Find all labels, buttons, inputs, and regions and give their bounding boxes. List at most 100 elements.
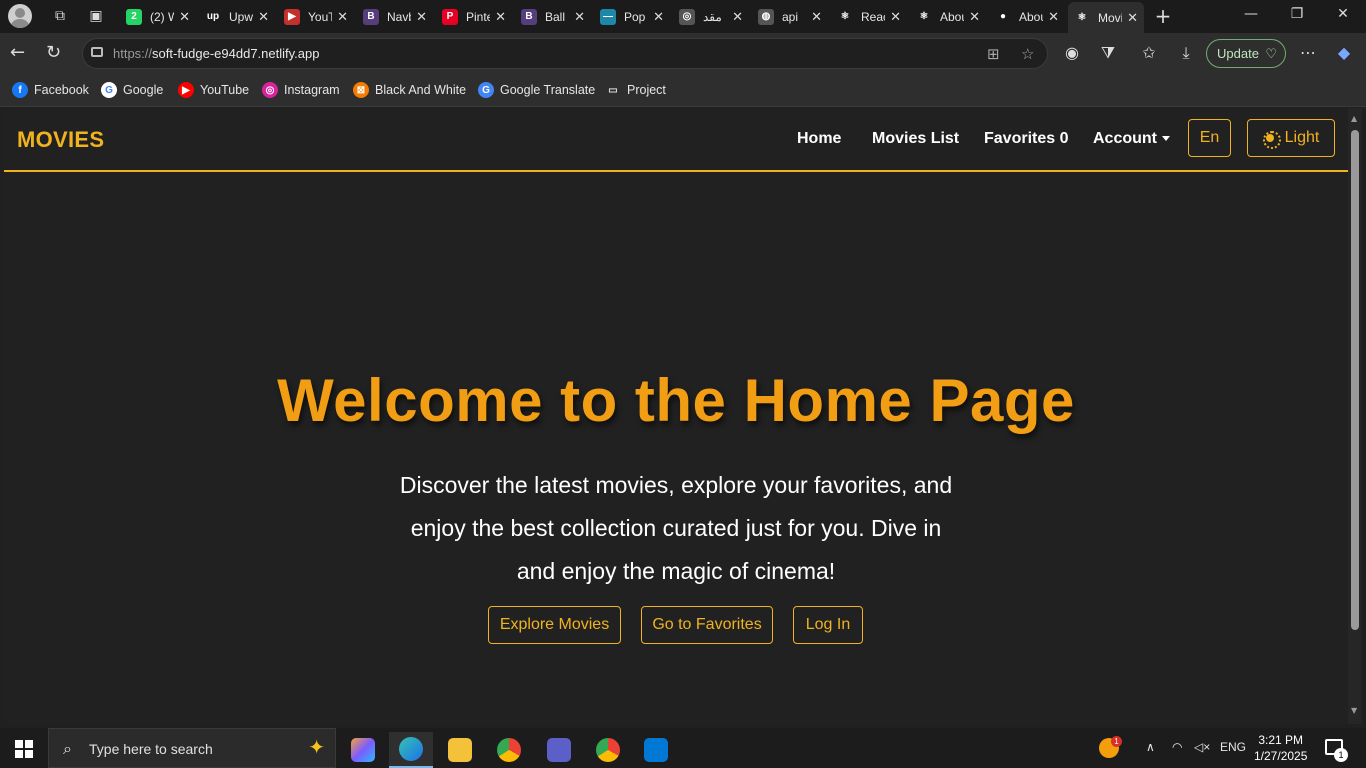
nav-favorites-link[interactable]: Favorites 0 <box>984 130 1068 148</box>
copilot-icon[interactable]: ◆ <box>1333 43 1355 62</box>
browser-tab[interactable]: ⚛ About ✕ <box>910 4 986 29</box>
tab-close-icon[interactable]: ✕ <box>969 9 980 25</box>
app-available-icon[interactable]: ⊞ <box>987 45 1000 63</box>
volume-icon[interactable]: ◁× <box>1194 740 1210 754</box>
tab-favicon-icon: ⚛ <box>1074 9 1090 26</box>
update-button[interactable]: Update ♡ <box>1206 39 1286 68</box>
scrollbar-thumb[interactable] <box>1351 130 1359 630</box>
taskbar-vscode[interactable] <box>634 732 678 768</box>
tab-close-icon[interactable]: ✕ <box>258 9 269 25</box>
tab-title: Pop <box>624 9 646 24</box>
explore-movies-button[interactable]: Explore Movies <box>488 606 621 644</box>
browser-tab[interactable]: ▶ YouTube ✕ <box>278 4 354 29</box>
tab-favicon-icon: up <box>205 8 221 25</box>
browser-tab[interactable]: B Navbar ✕ <box>357 4 433 29</box>
downloads-icon[interactable]: ⤓ <box>1175 43 1197 63</box>
log-in-button[interactable]: Log In <box>793 606 863 644</box>
bookmark-icon: G <box>478 82 494 98</box>
profile-avatar-icon[interactable] <box>8 4 32 28</box>
tab-close-icon[interactable]: ✕ <box>1048 9 1059 25</box>
tab-close-icon[interactable]: ✕ <box>337 9 348 25</box>
chrome-app-icon <box>497 738 521 762</box>
page-viewport: MOVIES Home Movies List Favorites 0 Acco… <box>4 108 1348 724</box>
nav-movies-list-link[interactable]: Movies List <box>872 130 959 148</box>
minimize-icon[interactable]: — <box>1236 6 1266 22</box>
url-host: soft-fudge-e94dd7.netlify.app <box>152 46 320 61</box>
tracking-icon[interactable]: ◉ <box>1061 43 1083 62</box>
show-hidden-icons-icon[interactable]: ∧ <box>1146 740 1155 754</box>
close-window-icon[interactable]: ✕ <box>1328 6 1358 22</box>
bookmark-item[interactable]: ◎ Instagram <box>262 82 340 98</box>
browser-tab[interactable]: B Ball ✕ <box>515 4 591 29</box>
tab-close-icon[interactable]: ✕ <box>811 9 822 25</box>
site-brand-logo[interactable]: MOVIES <box>17 127 104 153</box>
extensions-icon[interactable]: ⧩ <box>1097 43 1119 63</box>
bookmark-item[interactable]: G Google <box>101 82 163 98</box>
new-tab-icon[interactable]: + <box>1153 6 1173 26</box>
browser-tab[interactable]: 2 (2) W ✕ <box>120 4 196 29</box>
tab-actions-icon[interactable]: ▣ <box>86 6 106 26</box>
workspaces-icon[interactable]: ⧉ <box>50 6 70 26</box>
browser-tab[interactable]: P Pinterest ✕ <box>436 4 512 29</box>
go-to-favorites-button[interactable]: Go to Favorites <box>641 606 773 644</box>
taskbar-search-box[interactable]: ⌕ Type here to search ✦ <box>48 728 336 768</box>
scroll-up-icon[interactable]: ▲ <box>1351 114 1357 123</box>
taskbar-teams[interactable] <box>537 732 581 768</box>
nav-home-link[interactable]: Home <box>797 130 841 148</box>
more-menu-icon[interactable]: ⋯ <box>1297 43 1319 62</box>
bookmark-item[interactable]: G Google Translate <box>478 82 595 98</box>
scroll-down-icon[interactable]: ▼ <box>1351 706 1357 715</box>
browser-tab[interactable]: — Pop ✕ <box>594 4 670 29</box>
tab-close-icon[interactable]: ✕ <box>574 9 585 25</box>
tab-close-icon[interactable]: ✕ <box>1127 10 1138 26</box>
taskbar-chrome-profile[interactable] <box>586 732 630 768</box>
tab-close-icon[interactable]: ✕ <box>732 9 743 25</box>
address-bar[interactable]: https://soft-fudge-e94dd7.netlify.app ⊞ … <box>82 38 1048 69</box>
taskbar-copilot[interactable] <box>341 732 385 768</box>
lock-icon[interactable] <box>91 47 103 57</box>
tab-close-icon[interactable]: ✕ <box>179 9 190 25</box>
tab-close-icon[interactable]: ✕ <box>890 9 901 25</box>
back-arrow-icon[interactable]: ← <box>10 42 25 63</box>
tab-close-icon[interactable]: ✕ <box>495 9 506 25</box>
browser-tab[interactable]: ⚛ React ✕ <box>831 4 907 29</box>
favorites-icon[interactable]: ✩ <box>1138 43 1160 62</box>
tab-title: About <box>940 9 964 24</box>
taskbar-clock[interactable]: 3:21 PM 1/27/2025 <box>1254 732 1307 764</box>
language-button[interactable]: En <box>1188 119 1231 157</box>
theme-toggle-button[interactable]: Light <box>1247 119 1335 157</box>
restore-icon[interactable]: ❐ <box>1282 6 1312 22</box>
browser-tab[interactable]: ◎ مقد ✕ <box>673 4 749 29</box>
tab-title: YouTube <box>308 9 332 24</box>
hero-title: Welcome to the Home Page <box>277 367 1075 434</box>
browser-tab[interactable]: ● About ✕ <box>989 4 1065 29</box>
browser-tab[interactable]: ⚛ Movies ✕ <box>1068 2 1144 33</box>
bookmark-item[interactable]: f Facebook <box>12 82 89 98</box>
page-scrollbar[interactable]: ▲ ▼ <box>1348 108 1362 724</box>
tab-close-icon[interactable]: ✕ <box>416 9 427 25</box>
address-url[interactable]: https://soft-fudge-e94dd7.netlify.app <box>113 46 319 61</box>
windows-start-icon[interactable] <box>15 740 33 758</box>
tab-title: (2) W <box>150 9 174 24</box>
tab-favicon-icon: — <box>600 8 616 25</box>
url-scheme: https:// <box>113 46 153 61</box>
notification-count: 1 <box>1334 748 1348 762</box>
bookmark-item[interactable]: ⊠ Black And White <box>353 82 466 98</box>
favorite-star-icon[interactable]: ☆ <box>1021 45 1034 63</box>
update-label: Update <box>1217 46 1259 61</box>
taskbar-edge[interactable] <box>389 732 433 768</box>
nav-account-dropdown[interactable]: Account <box>1093 130 1170 148</box>
clock-time: 3:21 PM <box>1258 733 1304 747</box>
tab-close-icon[interactable]: ✕ <box>653 9 664 25</box>
language-indicator[interactable]: ENG <box>1220 740 1246 754</box>
taskbar-file-explorer[interactable] <box>438 732 482 768</box>
browser-tab[interactable]: ◍ api ✕ <box>752 4 828 29</box>
tab-favicon-icon: P <box>442 8 458 25</box>
bookmark-item[interactable]: ▶ YouTube <box>178 82 249 98</box>
refresh-icon[interactable]: ↻ <box>46 42 61 63</box>
taskbar-chrome[interactable] <box>487 732 531 768</box>
tab-favicon-icon: ⚛ <box>837 8 853 25</box>
browser-tab[interactable]: up Upwork ✕ <box>199 4 275 29</box>
bookmark-item[interactable]: ▭ Project <box>605 82 666 98</box>
wifi-icon[interactable]: ◠ <box>1172 740 1182 754</box>
